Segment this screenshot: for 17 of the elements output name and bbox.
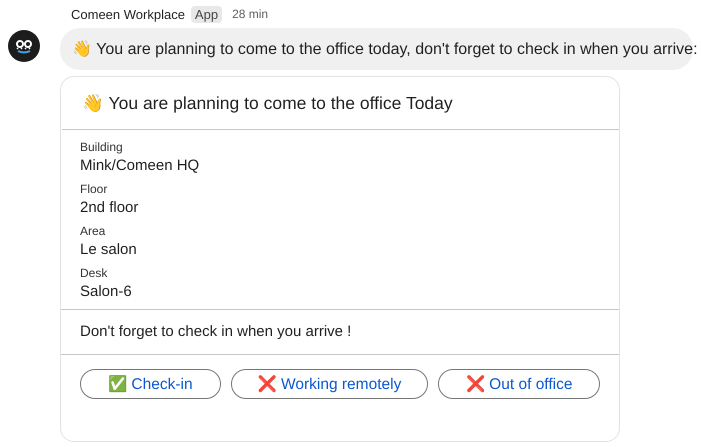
reminder-text: Don't forget to check in when you arrive ! xyxy=(61,310,619,355)
message-time: 28 min xyxy=(232,7,268,21)
field-label: Floor xyxy=(80,182,108,196)
field-label: Desk xyxy=(80,266,108,280)
action-button[interactable]: ✅ Check-in xyxy=(80,369,221,399)
sender-name: Comeen Workplace xyxy=(71,6,185,22)
field-label: Area xyxy=(80,224,106,238)
field-label: Building xyxy=(80,140,124,154)
field-value: Mink/Comeen HQ xyxy=(80,157,200,174)
field-value: 2nd floor xyxy=(80,199,140,216)
field-value: Le salon xyxy=(80,241,138,258)
card-title: 👋 You are planning to come to the office Today xyxy=(62,77,619,130)
app-badge: App xyxy=(190,6,222,22)
avatar-icon xyxy=(8,30,40,62)
action-button[interactable]: ❌ Working remotely xyxy=(230,369,428,399)
action-button[interactable]: ❌ Out of office xyxy=(438,369,600,399)
field-value: Salon-6 xyxy=(80,283,133,300)
